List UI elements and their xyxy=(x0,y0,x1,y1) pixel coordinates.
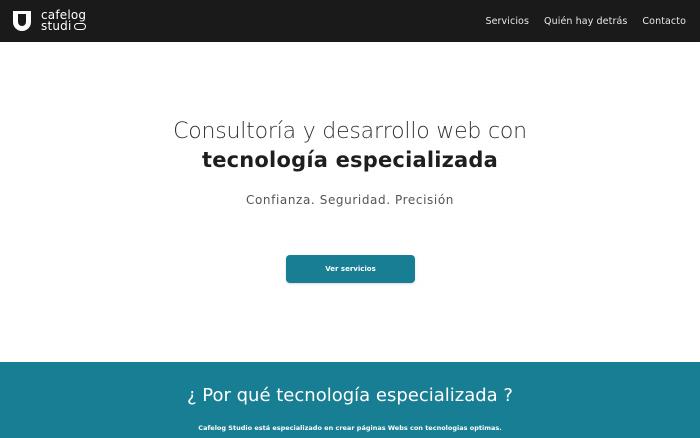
top-navbar: cafelog studi Servicios Quién hay detrás… xyxy=(0,0,700,42)
brand-pill-icon xyxy=(73,23,86,30)
hero-section: Consultoría y desarrollo web con tecnolo… xyxy=(0,42,700,362)
nav-item-contacto[interactable]: Contacto xyxy=(642,16,686,27)
nav-item-quien-hay-detras[interactable]: Quién hay detrás xyxy=(544,16,627,27)
why-section: ¿ Por qué tecnología especializada ? Caf… xyxy=(0,362,700,438)
why-section-title: ¿ Por qué tecnología especializada ? xyxy=(187,385,513,406)
ver-servicios-button[interactable]: Ver servicios xyxy=(286,255,415,283)
brand-name-line2-text: studi xyxy=(41,19,72,33)
cafelog-logo-icon xyxy=(13,11,31,31)
main-nav: Servicios Quién hay detrás Contacto xyxy=(485,16,686,27)
hero-title-line1: Consultoría y desarrollo web con xyxy=(173,119,527,144)
brand-wordmark: cafelog studi xyxy=(41,9,86,33)
hero-subtitle: Confianza. Seguridad. Precisión xyxy=(246,193,454,207)
hero-title-line2: tecnología especializada xyxy=(201,148,499,172)
brand-logo-link[interactable]: cafelog studi xyxy=(9,8,86,34)
nav-item-servicios[interactable]: Servicios xyxy=(485,16,529,27)
why-section-text: Cafelog Studio está especializado en cre… xyxy=(198,424,502,432)
brand-name-line2: studi xyxy=(41,19,86,33)
